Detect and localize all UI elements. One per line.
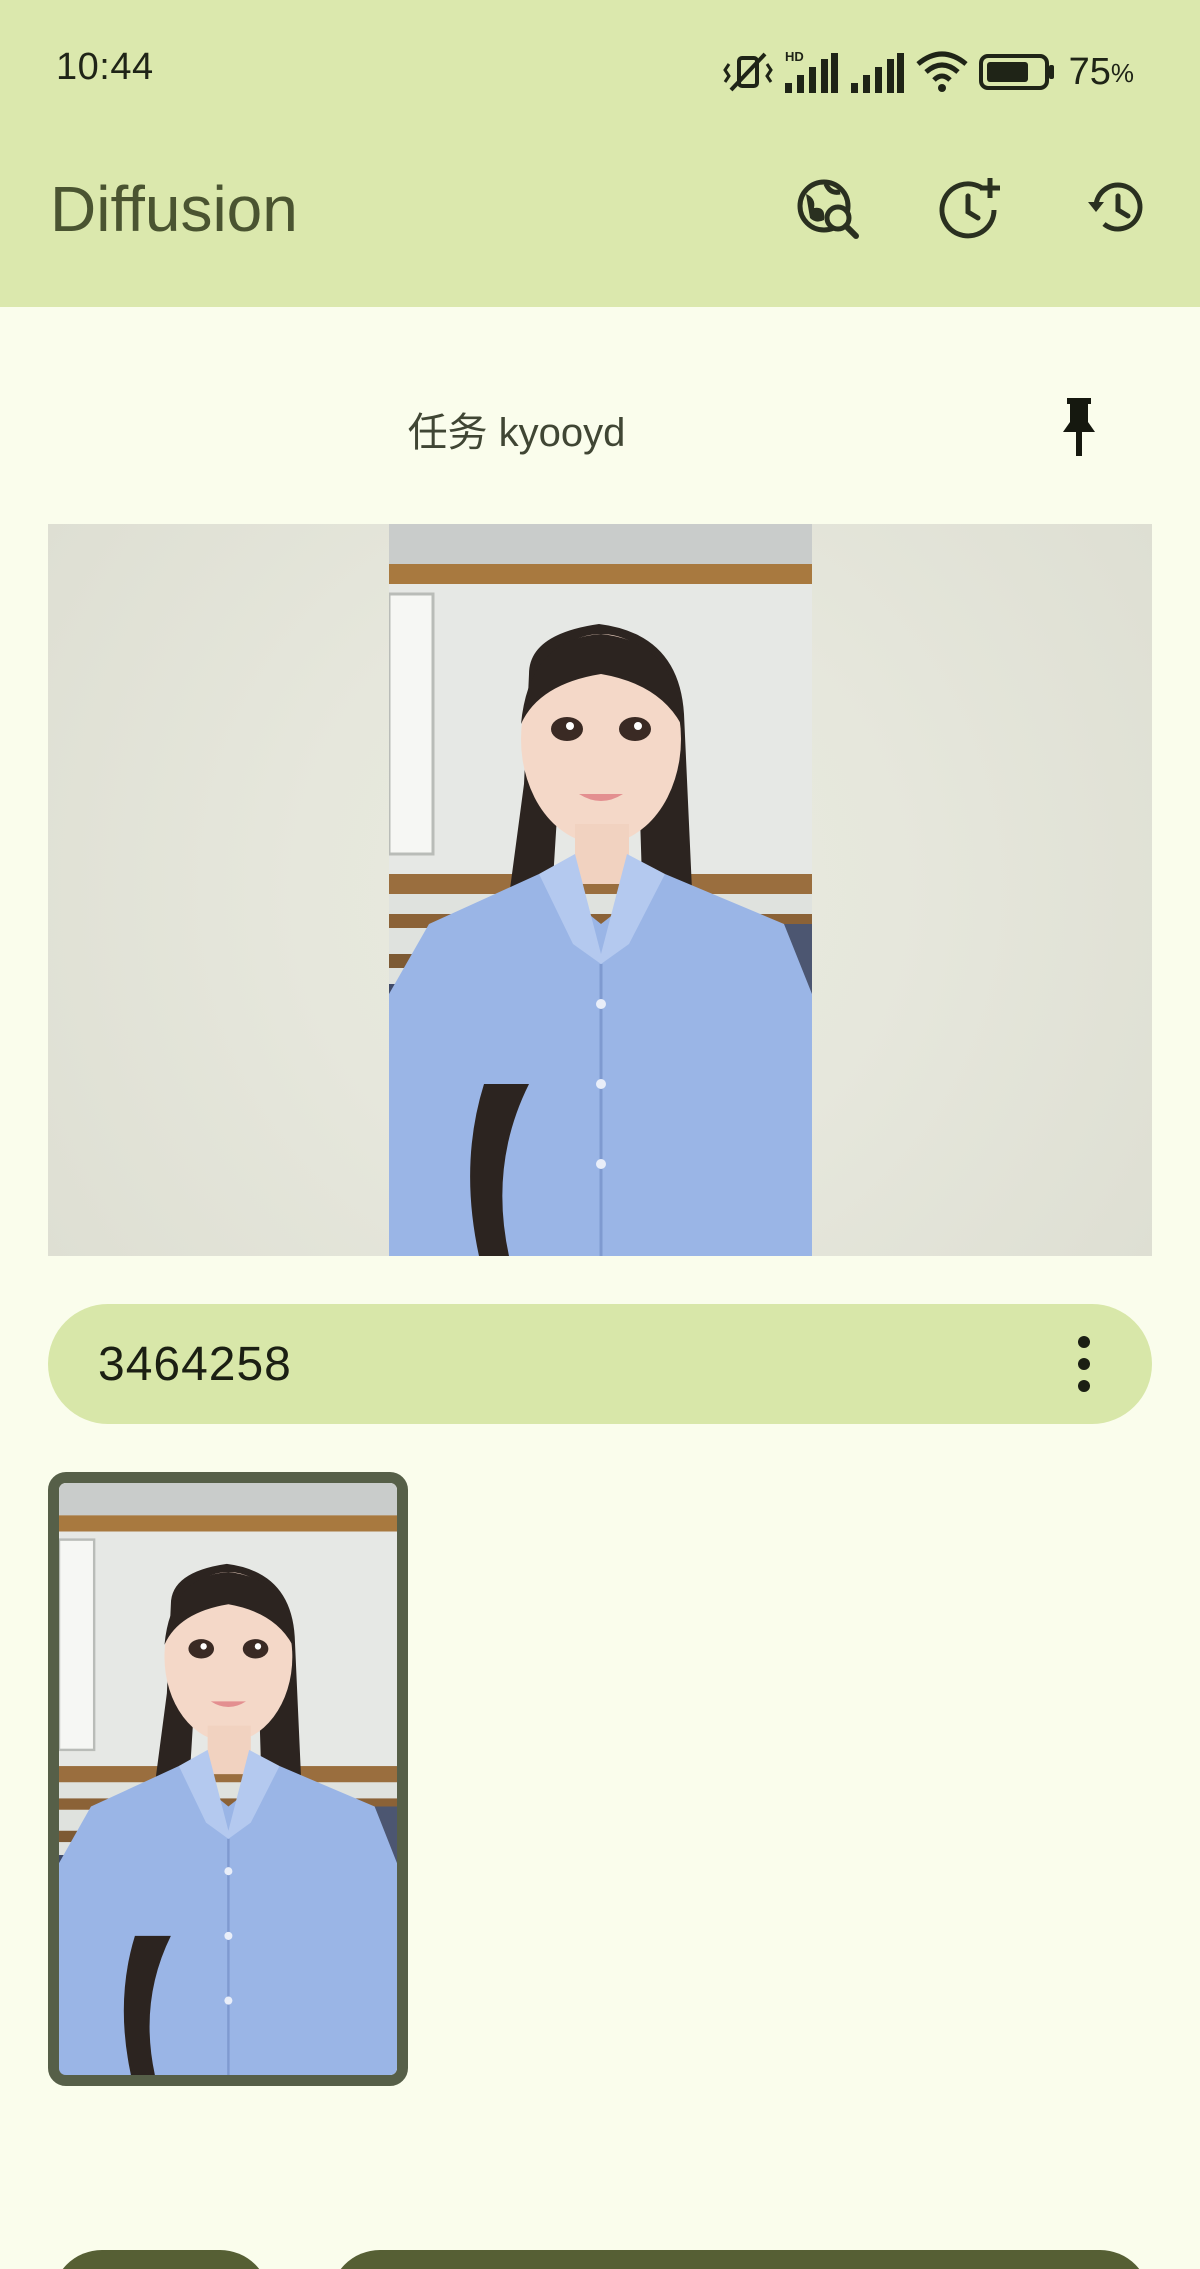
pin-icon <box>1059 396 1099 463</box>
more-vert-icon-dot <box>1078 1380 1090 1392</box>
hd-label: HD <box>785 49 804 64</box>
generated-image <box>389 524 812 1256</box>
task-title: 任务 kyooyd <box>407 411 626 455</box>
bottom-primary-button[interactable] <box>330 2250 1150 2269</box>
thumbnail-image <box>59 1483 397 2075</box>
battery-percent: 75% <box>1069 51 1134 94</box>
status-time: 10:44 <box>56 46 154 88</box>
signal-hd-icon: HD <box>783 49 839 95</box>
history-icon <box>1084 176 1148 245</box>
signal-icon <box>849 49 905 95</box>
battery-percent-value: 75 <box>1068 50 1111 93</box>
result-thumbnail[interactable] <box>48 1472 408 2086</box>
bottom-secondary-button[interactable] <box>52 2250 270 2269</box>
history-button[interactable] <box>1078 172 1154 248</box>
pin-button[interactable] <box>1050 394 1108 464</box>
wifi-icon <box>915 50 969 94</box>
schedule-add-button[interactable] <box>932 172 1008 248</box>
vibrate-off-icon <box>722 50 773 94</box>
battery-percent-sign: % <box>1110 57 1134 88</box>
main-image-frame[interactable] <box>48 524 1152 1256</box>
app-title: Diffusion <box>50 173 298 245</box>
battery-icon <box>978 52 1055 92</box>
top-app-bar: 10:44 HD 75% Diffusion <box>0 0 1200 307</box>
globe-search-icon <box>796 176 860 245</box>
more-options-button[interactable] <box>1076 1336 1092 1392</box>
clock-add-icon <box>938 176 1002 245</box>
seed-bar[interactable]: 3464258 <box>48 1304 1152 1424</box>
seed-value: 3464258 <box>98 1337 292 1391</box>
status-icons: HD 75% <box>722 46 1134 98</box>
screen: 10:44 HD 75% Diffusion 任务 kyooyd 3464258 <box>0 0 1200 2269</box>
globe-search-button[interactable] <box>790 172 866 248</box>
more-vert-icon-dot <box>1078 1336 1090 1348</box>
more-vert-icon-dot <box>1078 1358 1090 1370</box>
